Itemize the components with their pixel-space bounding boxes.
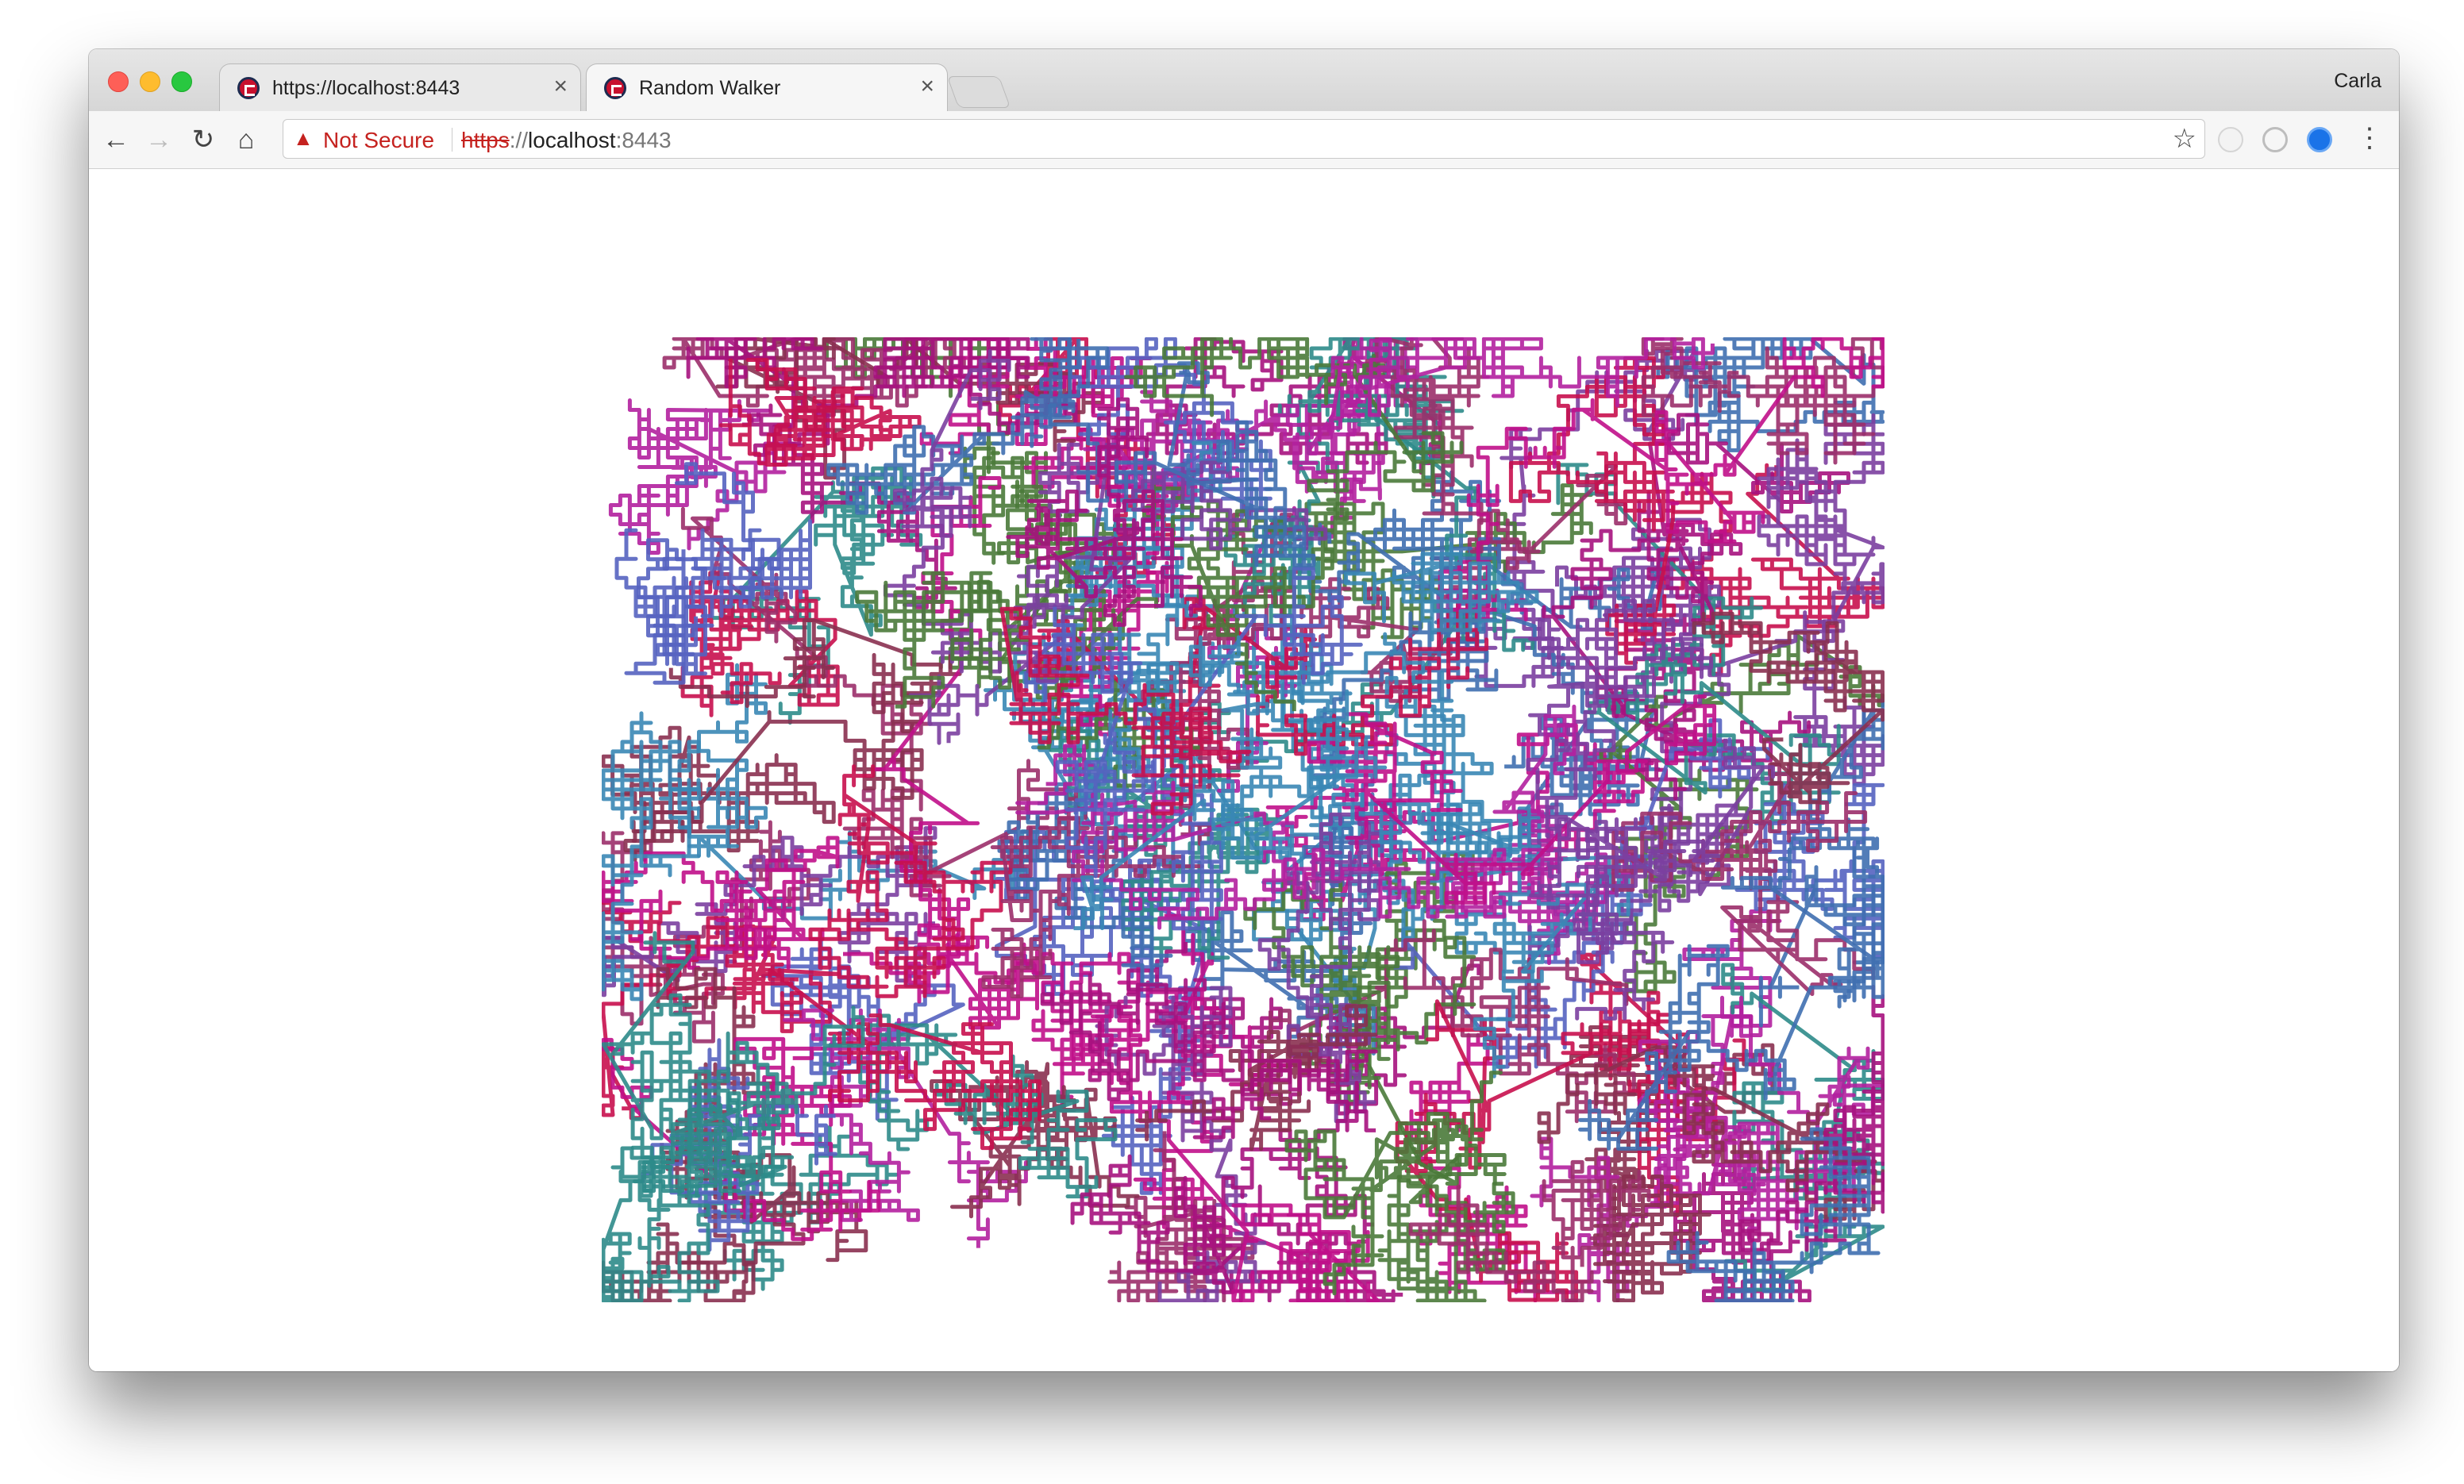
url-text[interactable]: https://localhost:8443 [461,128,672,153]
close-window-button[interactable] [108,71,129,92]
new-tab-button[interactable] [946,76,1011,108]
site-favicon-icon [237,77,260,99]
browser-toolbar: ← → ↻ ⌂ ▲ Not Secure https://localhost:8… [89,111,2399,169]
tab-close-icon[interactable]: × [553,74,568,99]
extension-icon[interactable] [2307,127,2332,152]
random-walker-canvas [602,337,1885,1302]
zoom-window-button[interactable] [171,71,192,92]
extension-icon[interactable] [2218,127,2243,152]
back-arrow-icon[interactable]: ← [97,121,135,159]
url-port: :8443 [615,128,672,152]
profile-name[interactable]: Carla [2334,70,2381,93]
url-scheme: https [461,128,510,152]
minimize-window-button[interactable] [140,71,160,92]
page-content [89,169,2399,1371]
site-favicon-icon [604,77,626,99]
browser-window: https://localhost:8443 × Random Walker ×… [89,49,2399,1371]
extension-icon[interactable] [2262,127,2288,152]
title-bar: https://localhost:8443 × Random Walker ×… [89,49,2399,112]
home-icon[interactable]: ⌂ [227,121,265,159]
tab-close-icon[interactable]: × [920,74,934,99]
reload-icon[interactable]: ↻ [184,121,222,159]
address-bar[interactable]: ▲ Not Secure https://localhost:8443 ☆ [283,119,2205,159]
tab-localhost[interactable]: https://localhost:8443 × [219,63,581,111]
warning-icon[interactable]: ▲ [293,126,314,151]
tab-title: https://localhost:8443 [272,77,460,99]
bookmark-star-icon[interactable]: ☆ [2173,123,2196,155]
url-host: localhost [528,128,616,152]
kebab-menu-icon[interactable]: ⋮ [2356,122,2383,154]
url-separator: :// [509,128,529,152]
tab-random-walker[interactable]: Random Walker × [586,63,948,111]
security-status[interactable]: Not Secure [323,128,434,153]
forward-arrow-icon[interactable]: → [140,121,178,159]
tab-title: Random Walker [639,77,781,99]
